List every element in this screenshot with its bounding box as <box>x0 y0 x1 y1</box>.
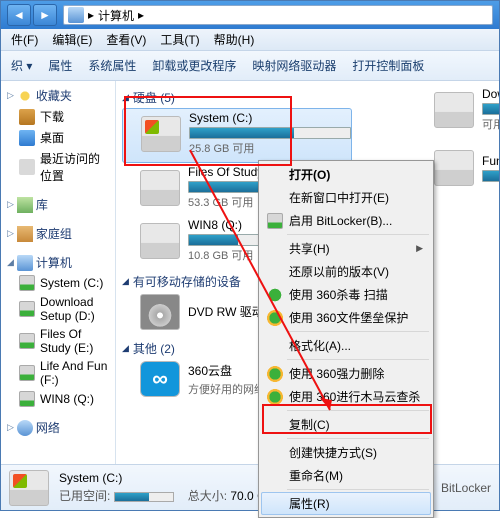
drive-name: System (C:) <box>189 111 351 125</box>
menu-tools[interactable]: 工具(T) <box>154 29 205 50</box>
toolbar-mapdrive[interactable]: 映射网络驱动器 <box>252 57 336 74</box>
titlebar: ◄ ► ▸ 计算机 ▸ <box>1 1 499 29</box>
toolbar-uninstall[interactable]: 卸载或更改程序 <box>152 57 236 74</box>
toolbar: 织 ▾ 属性 系统属性 卸载或更改程序 映射网络驱动器 打开控制面板 <box>1 51 499 81</box>
vault-icon <box>267 310 283 326</box>
drive-icon <box>19 275 35 291</box>
computer-icon <box>17 255 33 271</box>
sidebar-item-drive-c[interactable]: System (C:) <box>1 273 115 293</box>
computer-icon <box>68 7 84 23</box>
drive-icon <box>434 92 474 128</box>
sidebar-computer[interactable]: ◢计算机 <box>1 252 115 273</box>
ctx-trojan[interactable]: 使用 360进行木马云查杀 <box>261 385 431 408</box>
sidebar-item-recent[interactable]: 最近访问的位置 <box>1 148 115 186</box>
ctx-bitlocker[interactable]: 启用 BitLocker(B)... <box>261 209 431 232</box>
sidebar: ▷收藏夹 下载 桌面 最近访问的位置 ▷库 ▷家庭组 ◢计算机 System (… <box>1 81 116 464</box>
toolbar-properties[interactable]: 属性 <box>48 57 72 74</box>
menu-help[interactable]: 帮助(H) <box>208 29 261 50</box>
desktop-icon <box>19 130 35 146</box>
menu-edit[interactable]: 编辑(E) <box>46 29 98 50</box>
drive-icon <box>141 116 181 152</box>
drive-icon <box>9 470 49 506</box>
cloud-icon <box>140 361 180 397</box>
ctx-copy[interactable]: 复制(C) <box>261 413 431 436</box>
menu-file[interactable]: 件(F) <box>5 29 44 50</box>
ctx-scan360[interactable]: 使用 360杀毒 扫描 <box>261 283 431 306</box>
sidebar-item-drive-d[interactable]: Download Setup (D:) <box>1 293 115 325</box>
sidebar-item-drive-f[interactable]: Life And Fun (F:) <box>1 357 115 389</box>
ctx-restore[interactable]: 还原以前的版本(V) <box>261 260 431 283</box>
breadcrumb[interactable]: ▸ 计算机 ▸ <box>63 5 493 25</box>
ctx-open[interactable]: 打开(O) <box>261 163 431 186</box>
context-menu: 打开(O) 在新窗口中打开(E) 启用 BitLocker(B)... 共享(H… <box>258 160 434 518</box>
star-icon <box>17 88 33 104</box>
drive-free: 可用, 共 1 <box>482 116 499 132</box>
drive-free: 25.8 GB 可用 <box>189 140 351 156</box>
status-name: System (C:) <box>59 471 174 485</box>
breadcrumb-label: 计算机 <box>98 7 134 24</box>
sidebar-libraries[interactable]: ▷库 <box>1 194 115 215</box>
homegroup-icon <box>17 226 33 242</box>
toolbar-organize[interactable]: 织 ▾ <box>11 57 32 74</box>
delete-icon <box>267 366 283 382</box>
ctx-forcedel[interactable]: 使用 360强力删除 <box>261 362 431 385</box>
nav-forward-button[interactable]: ► <box>33 4 57 26</box>
sidebar-favorites[interactable]: ▷收藏夹 <box>1 85 115 106</box>
status-total-label: 总大小: <box>188 489 227 503</box>
drive-name: Fun (F:) <box>482 154 499 168</box>
drive-icon <box>434 150 474 186</box>
network-icon <box>17 420 33 436</box>
sidebar-homegroup[interactable]: ▷家庭组 <box>1 223 115 244</box>
trojan-icon <box>267 389 283 405</box>
drive-download-setup[interactable]: Download Setup (D:) 可用, 共 1 <box>416 85 499 138</box>
sidebar-item-drive-q[interactable]: WIN8 (Q:) <box>1 389 115 409</box>
drive-system-c[interactable]: System (C:) 25.8 GB 可用 <box>122 108 352 163</box>
recent-icon <box>19 159 35 175</box>
sidebar-item-drive-e[interactable]: Files Of Study (E:) <box>1 325 115 357</box>
status-bitlocker: BitLocker <box>441 481 491 495</box>
library-icon <box>17 197 33 213</box>
sidebar-item-downloads[interactable]: 下载 <box>1 106 115 127</box>
ctx-shortcut[interactable]: 创建快捷方式(S) <box>261 441 431 464</box>
dvd-icon <box>140 294 180 330</box>
ctx-rename[interactable]: 重命名(M) <box>261 464 431 487</box>
breadcrumb-sep: ▸ <box>138 8 144 22</box>
menu-view[interactable]: 查看(V) <box>100 29 152 50</box>
menubar: 件(F) 编辑(E) 查看(V) 工具(T) 帮助(H) <box>1 29 499 51</box>
ctx-share[interactable]: 共享(H)▶ <box>261 237 431 260</box>
drive-name: Download Setup (D:) <box>482 87 499 101</box>
nav-back-button[interactable]: ◄ <box>7 4 31 26</box>
toolbar-ctrlpanel[interactable]: 打开控制面板 <box>352 57 424 74</box>
status-used-label: 已用空间: <box>59 489 110 503</box>
ctx-open-new[interactable]: 在新窗口中打开(E) <box>261 186 431 209</box>
drive-icon <box>19 391 35 407</box>
bitlocker-icon <box>267 213 283 229</box>
drive-icon <box>19 301 35 317</box>
drive-icon <box>140 170 180 206</box>
drive-icon <box>19 333 35 349</box>
drive-icon <box>19 365 35 381</box>
ctx-properties[interactable]: 属性(R) <box>261 492 431 515</box>
breadcrumb-sep: ▸ <box>88 8 94 22</box>
sidebar-network[interactable]: ▷网络 <box>1 417 115 438</box>
sidebar-item-desktop[interactable]: 桌面 <box>1 127 115 148</box>
scan-icon <box>267 287 283 303</box>
ctx-vault360[interactable]: 使用 360文件堡垒保护 <box>261 306 431 329</box>
ctx-format[interactable]: 格式化(A)... <box>261 334 431 357</box>
download-icon <box>19 109 35 125</box>
drive-icon <box>140 223 180 259</box>
toolbar-sysprops[interactable]: 系统属性 <box>88 57 136 74</box>
